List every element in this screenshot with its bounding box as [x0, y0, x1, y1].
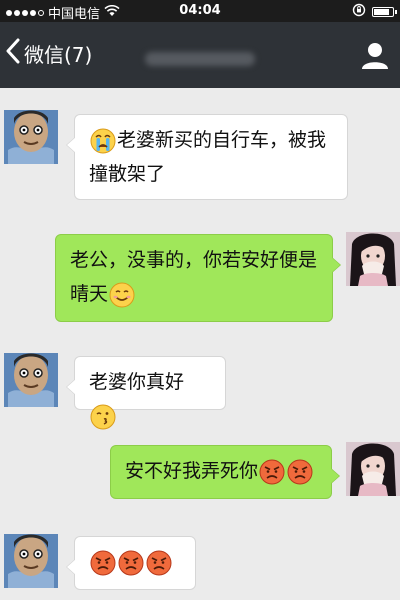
back-button[interactable]: 微信(7): [6, 38, 92, 69]
angry-face-icon: [90, 550, 116, 576]
angry-face-icon: [118, 550, 144, 576]
avatar-wife[interactable]: [346, 442, 400, 496]
smiling-face-icon: [109, 282, 135, 308]
avatar-husband[interactable]: [4, 353, 58, 407]
chat-area[interactable]: 老婆新买的自行车，被我撞散架了 老公，没事的，你若安好便是晴天 老婆你真好 安不…: [0, 88, 400, 600]
status-right: [352, 3, 397, 21]
avatar-husband[interactable]: [4, 534, 58, 588]
navigation-bar: 微信(7): [0, 22, 400, 88]
message-text: 老婆你真好: [89, 371, 185, 393]
status-bar: 中国电信 04:04: [0, 0, 400, 22]
angry-face-icon: [287, 459, 313, 485]
message-bubble-outgoing[interactable]: 安不好我弄死你: [110, 445, 340, 499]
message-bubble-outgoing[interactable]: 老公，没事的，你若安好便是晴天: [55, 234, 341, 322]
message-bubble-incoming[interactable]: 老婆你真好: [66, 356, 226, 429]
message-bubble-incoming[interactable]: [66, 536, 196, 590]
rotation-lock-icon: [352, 3, 366, 21]
clock: 04:04: [179, 3, 221, 18]
chat-profile-button[interactable]: [360, 40, 390, 70]
angry-face-icon: [259, 459, 285, 485]
angry-face-icon: [146, 550, 172, 576]
back-label: 微信(7): [24, 43, 93, 67]
message-text: 老公，没事的，你若安好便是晴天: [70, 249, 318, 305]
person-icon: [360, 43, 390, 74]
message-text: 老婆新买的自行车，被我撞散架了: [89, 129, 327, 185]
chevron-left-icon: [6, 38, 20, 69]
crying-face-icon: [90, 128, 116, 154]
kissing-face-icon: [90, 404, 116, 430]
blurred-chat-title: [145, 52, 255, 66]
message-bubble-incoming[interactable]: 老婆新买的自行车，被我撞散架了: [66, 114, 348, 200]
battery-icon: [372, 7, 397, 17]
avatar-wife[interactable]: [346, 232, 400, 286]
avatar-husband[interactable]: [4, 110, 58, 164]
message-text: 安不好我弄死你: [125, 460, 259, 482]
